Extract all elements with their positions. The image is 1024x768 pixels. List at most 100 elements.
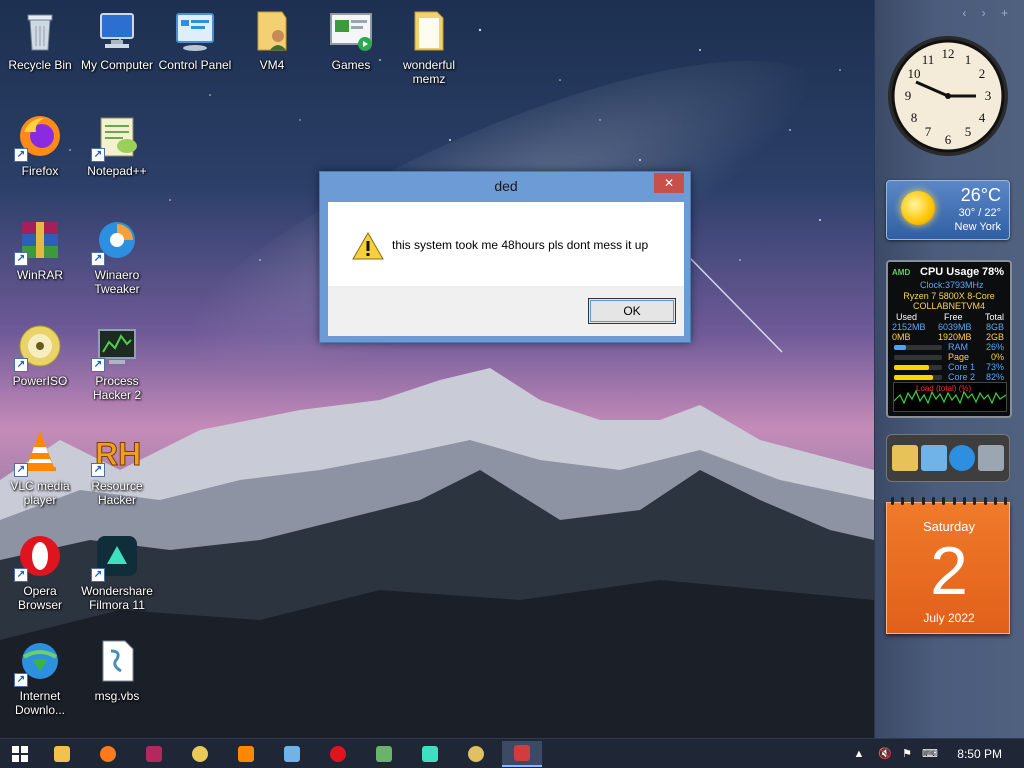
start-button[interactable] bbox=[0, 741, 40, 767]
desktop-icon-vm4[interactable]: VM4 bbox=[232, 0, 312, 98]
message-dialog: ded ✕ this system took me 48hours pls do… bbox=[319, 171, 691, 343]
firefox-icon: ↗ bbox=[14, 112, 64, 162]
control-panel-icon bbox=[284, 746, 300, 762]
cpu-load-graph: Load (total) (%) bbox=[893, 382, 1007, 412]
cpu-host: COLLABNETVM4 bbox=[912, 301, 986, 311]
svg-text:8: 8 bbox=[911, 110, 918, 125]
svg-text:10: 10 bbox=[908, 66, 921, 81]
desktop-icon-recycle-bin[interactable]: Recycle Bin bbox=[0, 0, 80, 98]
mem-total: 8GB bbox=[985, 322, 1004, 332]
desktop-icon-label: wonderful memz bbox=[402, 58, 456, 86]
page-bar bbox=[894, 355, 942, 360]
winaero-tweaker-icon: ↗ bbox=[91, 216, 141, 266]
desktop-icon-control-panel[interactable]: Control Panel bbox=[155, 0, 235, 98]
cpu-meter-gadget[interactable]: AMD CPU Usage 78% Clock:3793MHz Ryzen 7 … bbox=[886, 260, 1012, 418]
desktop-icon-label: Games bbox=[331, 58, 371, 72]
svg-text:4: 4 bbox=[979, 110, 986, 125]
show-hidden-icons-chevron-icon[interactable]: ▲ bbox=[852, 748, 866, 760]
shortcut-arrow-icon: ↗ bbox=[91, 148, 105, 162]
taskbar-clock[interactable]: 8:50 PM bbox=[957, 747, 1002, 761]
user-folder-icon bbox=[248, 6, 296, 54]
taskbar-opera[interactable] bbox=[318, 741, 358, 767]
desktop-icon-label: PowerISO bbox=[12, 374, 68, 388]
shortcut-arrow-icon: ↗ bbox=[14, 568, 28, 582]
calendar-day: 2 bbox=[930, 533, 968, 609]
taskbar-process-hacker[interactable] bbox=[364, 741, 404, 767]
core2-bar bbox=[894, 375, 942, 380]
calendar-month-year: July 2022 bbox=[923, 611, 975, 625]
desktop-icon-poweriso[interactable]: ↗ PowerISO bbox=[0, 316, 80, 414]
svg-text:3: 3 bbox=[985, 88, 992, 103]
recycle-bin-icon[interactable] bbox=[977, 445, 1004, 471]
ok-button[interactable]: OK bbox=[588, 298, 676, 324]
control-panel-icon bbox=[171, 6, 219, 54]
taskbar-file-explorer[interactable] bbox=[42, 741, 82, 767]
desktop-icon-vlc[interactable]: ↗ VLC media player bbox=[0, 421, 80, 519]
dialog-close-button[interactable]: ✕ bbox=[654, 173, 684, 193]
taskbar-control-panel[interactable] bbox=[272, 741, 312, 767]
weather-gadget[interactable]: 26°C 30° / 22° New York bbox=[886, 180, 1010, 240]
internet-explorer-icon[interactable] bbox=[949, 445, 976, 471]
cpu-clock: Clock:3793MHz bbox=[920, 280, 984, 290]
desktop-icon-label: My Computer bbox=[80, 58, 154, 72]
page-label: Page bbox=[948, 352, 970, 362]
core1-label: Core 1 bbox=[948, 362, 976, 372]
desktop-icon-winaero-tweaker[interactable]: ↗ Winaero Tweaker bbox=[77, 210, 157, 308]
network-error-icon[interactable]: ⚑ bbox=[900, 748, 914, 760]
notepad-plus-plus-icon: ↗ bbox=[91, 112, 141, 162]
shortcut-arrow-icon: ↗ bbox=[14, 463, 28, 477]
weather-range: 30° / 22° bbox=[958, 207, 1001, 219]
resource-hacker-icon: RH ↗ bbox=[91, 427, 142, 477]
cpu-header-free: Free bbox=[944, 312, 963, 322]
desktop-icon-opera[interactable]: ↗ Opera Browser bbox=[0, 526, 80, 624]
page-used: 0MB bbox=[892, 332, 911, 342]
sidebar-controls[interactable]: ‹ › + bbox=[962, 6, 1014, 20]
desktop-icon-my-computer[interactable]: My Computer bbox=[77, 0, 157, 98]
desktop-icon-label: Internet Downlo... bbox=[14, 689, 66, 717]
desktop-icon-internet-download-manager[interactable]: ↗ Internet Downlo... bbox=[0, 631, 80, 729]
desktop-icon-msg-vbs[interactable]: msg.vbs bbox=[77, 631, 157, 729]
cpu-brand: AMD bbox=[892, 268, 911, 277]
calendar-gadget[interactable]: Saturday 2 July 2022 bbox=[886, 497, 1010, 634]
desktop-icon-label: msg.vbs bbox=[94, 689, 140, 703]
desktop-icon-firefox[interactable]: ↗ Firefox bbox=[0, 106, 80, 204]
desktop-icon-process-hacker[interactable]: ↗ Process Hacker 2 bbox=[77, 316, 157, 414]
desktop-icon-resource-hacker[interactable]: RH ↗ Resource Hacker bbox=[77, 421, 157, 519]
taskbar-poweriso-2[interactable] bbox=[456, 741, 496, 767]
mem-free: 6039MB bbox=[938, 322, 972, 332]
desktop-icon-label: Recycle Bin bbox=[8, 58, 72, 72]
folder-icon bbox=[54, 746, 70, 762]
control-panel-icon[interactable] bbox=[920, 445, 947, 471]
svg-text:1: 1 bbox=[965, 52, 972, 67]
core1-value: 73% bbox=[985, 362, 1004, 372]
filmora-icon bbox=[422, 746, 438, 762]
script-file-icon bbox=[93, 637, 141, 685]
desktop-icon-games[interactable]: Games bbox=[311, 0, 391, 98]
desktop-icon-label: Winaero Tweaker bbox=[94, 268, 140, 296]
winrar-icon: ↗ bbox=[14, 216, 64, 266]
page-total: 2GB bbox=[985, 332, 1004, 342]
opera-icon: ↗ bbox=[14, 532, 64, 582]
taskbar-filmora[interactable] bbox=[410, 741, 450, 767]
shortcut-arrow-icon: ↗ bbox=[14, 148, 28, 162]
taskbar-poweriso[interactable] bbox=[180, 741, 220, 767]
desktop-icon-filmora[interactable]: ↗ Wondershare Filmora 11 bbox=[77, 526, 157, 624]
desktop-icon-notepad-plus-plus[interactable]: ↗ Notepad++ bbox=[77, 106, 157, 204]
folder-icon bbox=[405, 6, 453, 54]
folder-icon[interactable] bbox=[892, 445, 919, 471]
calendar-weekday: Saturday bbox=[922, 519, 976, 534]
recycle-bin-icon bbox=[16, 6, 64, 54]
taskbar-vlc[interactable] bbox=[226, 741, 266, 767]
ram-value: 26% bbox=[985, 342, 1004, 352]
desktop-icon-winrar[interactable]: ↗ WinRAR bbox=[0, 210, 80, 308]
keyboard-icon[interactable]: ⌨ bbox=[922, 748, 938, 760]
clock-gadget[interactable]: 12 1 2 345 678 9 10 11 bbox=[886, 34, 1010, 158]
firefox-icon bbox=[100, 746, 116, 762]
taskbar-script-host[interactable] bbox=[502, 741, 542, 767]
taskbar-firefox[interactable] bbox=[88, 741, 128, 767]
taskbar-winrar[interactable] bbox=[134, 741, 174, 767]
vlc-icon bbox=[238, 746, 254, 762]
volume-muted-icon[interactable]: 🔇 bbox=[878, 748, 892, 760]
desktop-icon-wonderful-memz[interactable]: wonderful memz bbox=[389, 0, 469, 98]
shortcut-arrow-icon: ↗ bbox=[91, 463, 105, 477]
